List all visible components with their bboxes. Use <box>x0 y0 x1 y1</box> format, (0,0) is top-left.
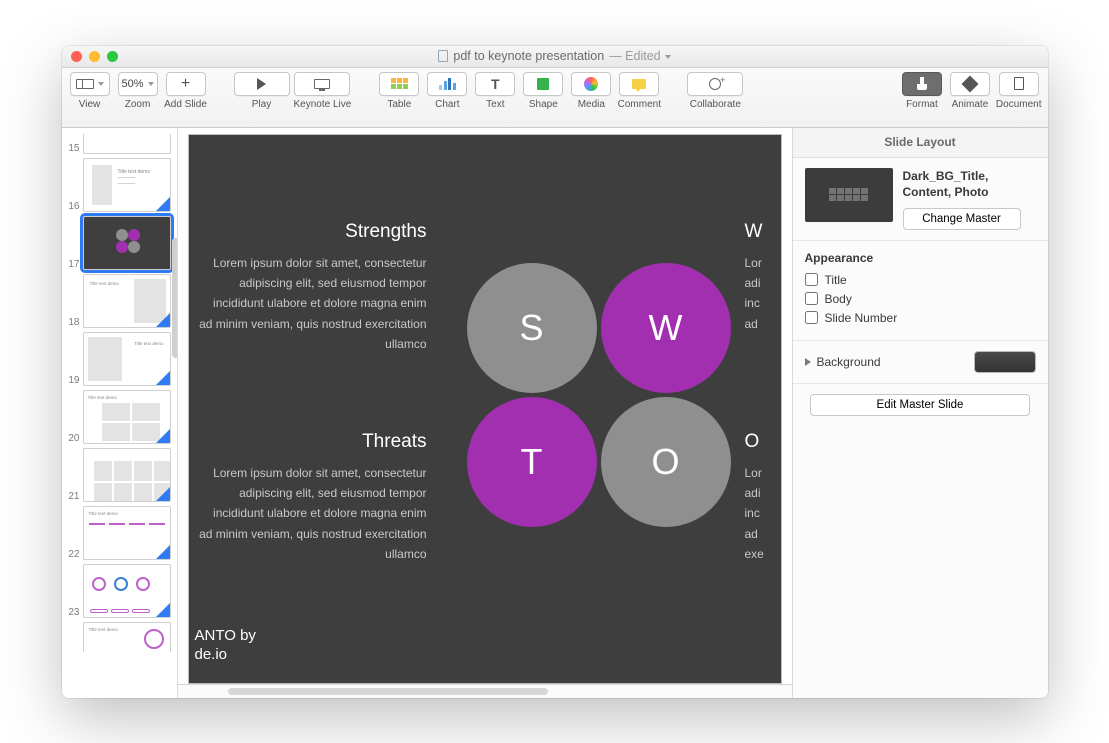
plus-icon: + <box>181 76 190 92</box>
slide-footer[interactable]: ANTO byde.io <box>195 627 256 665</box>
circle-t[interactable]: T <box>467 397 597 527</box>
thumb-number: 17 <box>66 259 80 270</box>
comment-icon <box>632 79 646 89</box>
add-slide-button[interactable]: + Add Slide <box>164 72 208 110</box>
document-tab[interactable]: Document <box>996 72 1042 110</box>
view-icon <box>76 79 94 89</box>
threats-body[interactable]: Lorem ipsum dolor sit amet, consectetur … <box>197 463 427 565</box>
opportunities-body[interactable]: Loradiincadexe <box>745 463 781 565</box>
edit-master-button[interactable]: Edit Master Slide <box>810 394 1030 416</box>
strengths-body[interactable]: Lorem ipsum dolor sit amet, consectetur … <box>197 253 427 355</box>
circle-s[interactable]: S <box>467 263 597 393</box>
inspector-header: Slide Layout <box>793 128 1048 158</box>
scrollbar-thumb[interactable] <box>172 238 178 358</box>
canvas-scroll[interactable]: Strengths Lorem ipsum dolor sit amet, co… <box>178 128 792 684</box>
slide-thumb-selected[interactable]: ○○○ <box>83 216 171 270</box>
change-master-button[interactable]: Change Master <box>903 208 1021 230</box>
animate-icon <box>961 75 978 92</box>
collaborate-button[interactable]: Collaborate <box>687 72 743 110</box>
slide-thumb[interactable]: Title text demo <box>83 390 171 444</box>
keynote-live-button[interactable]: Keynote Live <box>294 72 352 110</box>
thumb-number: 19 <box>66 375 80 386</box>
toolbar: View 50% Zoom + Add Slide Play Keynote L… <box>62 68 1048 128</box>
shape-button[interactable]: Shape <box>521 72 565 110</box>
circle-o[interactable]: O <box>601 397 731 527</box>
titlebar: pdf to keynote presentation — Edited <box>62 46 1048 68</box>
minimize-icon[interactable] <box>89 51 100 62</box>
media-icon <box>584 77 598 91</box>
thumb-number: 21 <box>66 491 80 502</box>
app-window: pdf to keynote presentation — Edited Vie… <box>62 46 1048 698</box>
slide-thumb[interactable]: Title text demo <box>83 274 171 328</box>
text-icon: T <box>491 76 500 92</box>
media-button[interactable]: Media <box>569 72 613 110</box>
background-disclosure[interactable]: Background <box>805 355 881 369</box>
weaknesses-body[interactable]: Loradiincad <box>745 253 781 335</box>
slide-thumb[interactable] <box>83 448 171 502</box>
thumb-number: 15 <box>66 143 80 154</box>
document-icon <box>1014 77 1024 90</box>
title-checkbox[interactable]: Title <box>805 273 1036 287</box>
slide-thumb[interactable]: Title text demo <box>83 506 171 560</box>
thumb-number: 18 <box>66 317 80 328</box>
animate-tab[interactable]: Animate <box>948 72 992 110</box>
chart-button[interactable]: Chart <box>425 72 469 110</box>
slide-thumb[interactable]: Title text demo────────── <box>83 158 171 212</box>
thumb-number: 22 <box>66 549 80 560</box>
shape-icon <box>537 78 549 90</box>
circle-w[interactable]: W <box>601 263 731 393</box>
window-title: pdf to keynote presentation — Edited <box>62 49 1048 63</box>
slide-canvas[interactable]: Strengths Lorem ipsum dolor sit amet, co… <box>188 134 782 684</box>
table-button[interactable]: Table <box>377 72 421 110</box>
slide-thumb[interactable]: Title text demo <box>83 622 171 652</box>
fullscreen-icon[interactable] <box>107 51 118 62</box>
slide-navigator[interactable]: 15○○○ 16Title text demo────────── 17○○○ … <box>62 128 178 698</box>
close-icon[interactable] <box>71 51 82 62</box>
threats-title[interactable]: Threats <box>197 431 427 453</box>
format-inspector: Slide Layout Dark_BG_Title, Content, Pho… <box>792 128 1048 698</box>
table-icon <box>391 78 408 89</box>
edited-indicator[interactable]: — Edited <box>609 49 670 63</box>
scrollbar-thumb[interactable] <box>228 688 548 695</box>
chevron-right-icon <box>805 358 811 366</box>
comment-button[interactable]: Comment <box>617 72 661 110</box>
thumb-number: 23 <box>66 607 80 618</box>
layout-thumbnail <box>805 168 893 222</box>
slide-thumb[interactable]: Title text demo○○○ <box>83 332 171 386</box>
chart-icon <box>439 78 456 90</box>
play-icon <box>257 78 266 90</box>
appearance-label: Appearance <box>805 251 1036 265</box>
strengths-title[interactable]: Strengths <box>197 221 427 243</box>
slide-thumb[interactable]: ○○○ <box>83 134 171 154</box>
format-icon <box>915 77 929 91</box>
collaborate-icon <box>709 78 721 90</box>
layout-name: Dark_BG_Title, Content, Photo <box>903 168 1036 200</box>
opportunities-title[interactable]: O <box>745 431 781 453</box>
body: 15○○○ 16Title text demo────────── 17○○○ … <box>62 128 1048 698</box>
window-controls <box>62 51 118 62</box>
format-tab[interactable]: Format <box>900 72 944 110</box>
zoom-button[interactable]: 50% Zoom <box>116 72 160 110</box>
background-swatch[interactable] <box>974 351 1036 373</box>
weaknesses-title[interactable]: W <box>745 221 781 243</box>
thumb-number: 16 <box>66 201 80 212</box>
thumb-number: 20 <box>66 433 80 444</box>
document-icon <box>438 50 448 62</box>
horizontal-scrollbar[interactable] <box>178 684 792 698</box>
live-icon <box>314 79 330 89</box>
title-text: pdf to keynote presentation <box>453 49 604 63</box>
view-button[interactable]: View <box>68 72 112 110</box>
body-checkbox[interactable]: Body <box>805 292 1036 306</box>
play-button[interactable]: Play <box>234 72 290 110</box>
slide-number-checkbox[interactable]: Slide Number <box>805 311 1036 325</box>
text-button[interactable]: TText <box>473 72 517 110</box>
slide-thumb[interactable] <box>83 564 171 618</box>
canvas-area: Strengths Lorem ipsum dolor sit amet, co… <box>178 128 792 698</box>
